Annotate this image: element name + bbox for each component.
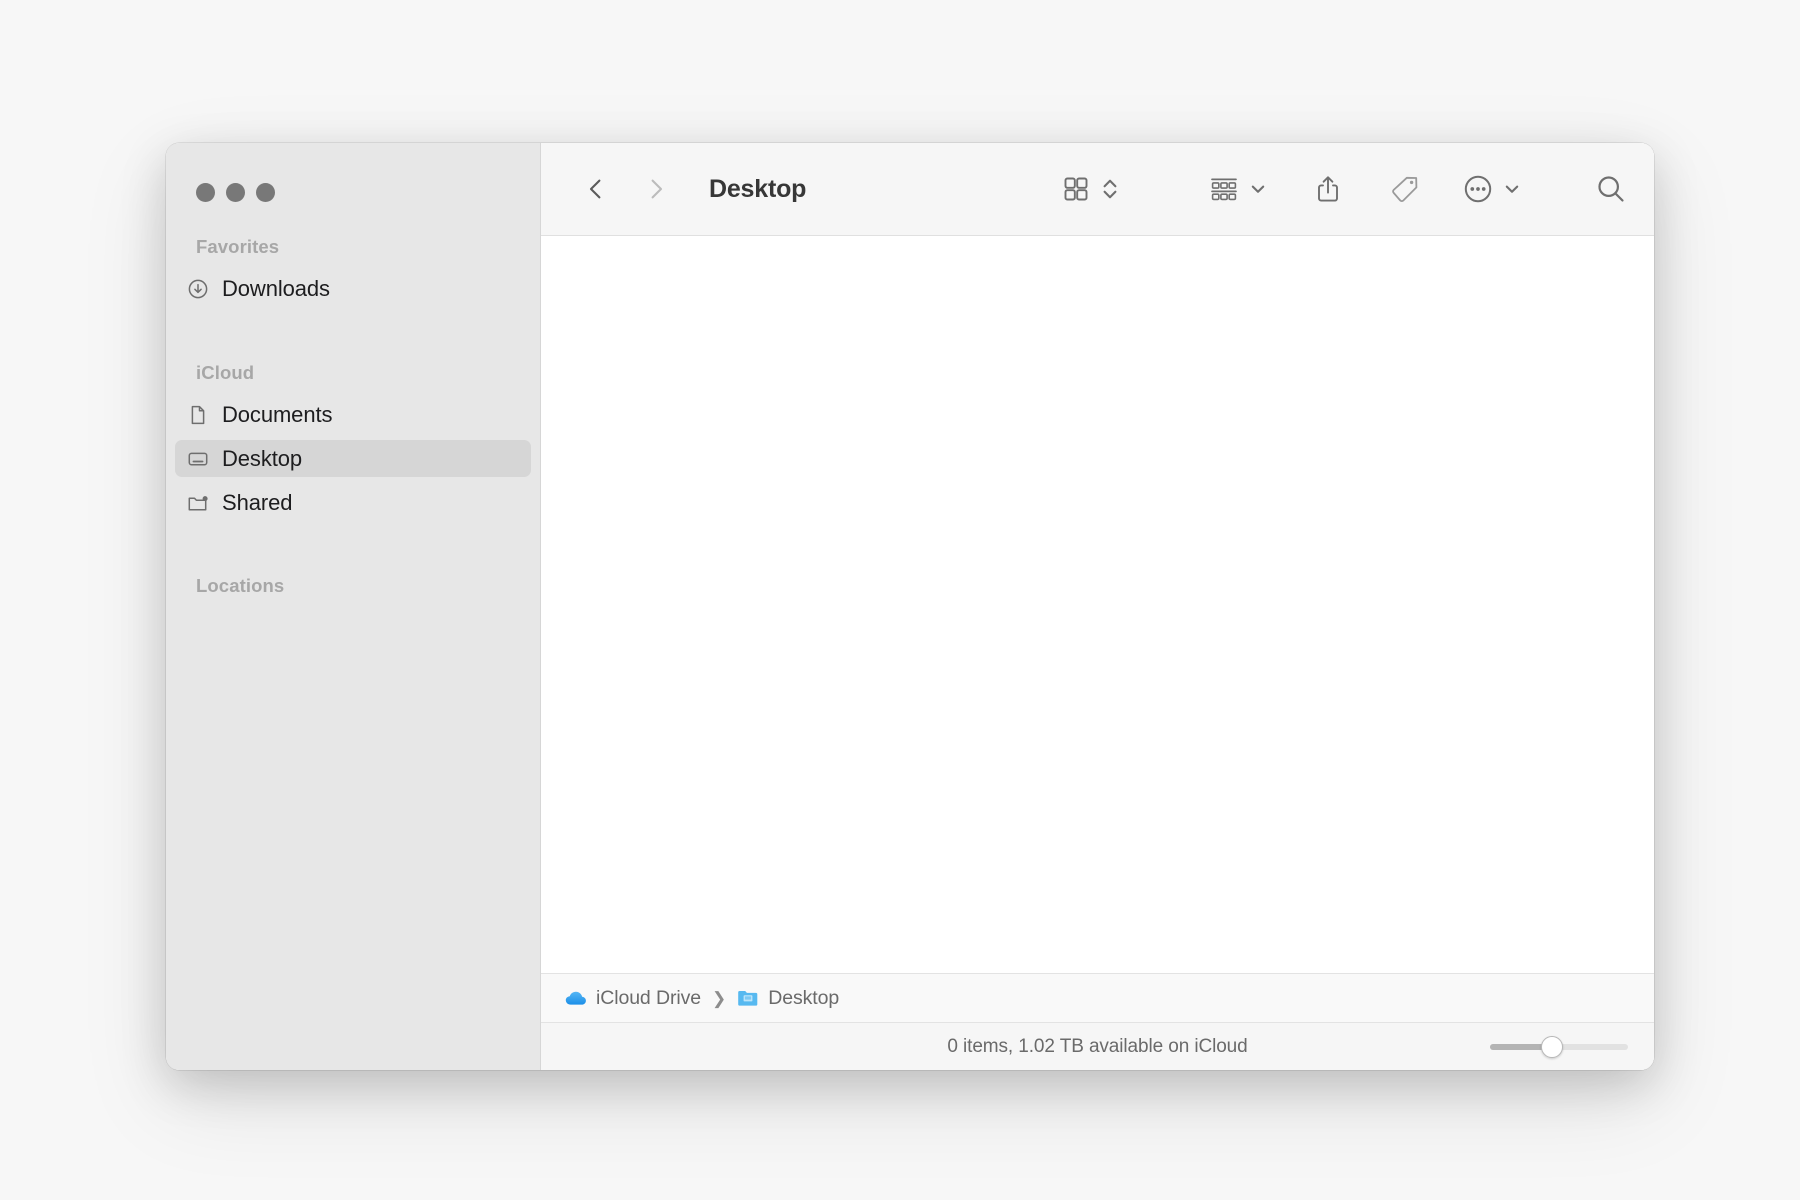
- shared-folder-icon: [186, 491, 210, 515]
- status-bar: 0 items, 1.02 TB available on iCloud: [541, 1022, 1654, 1070]
- sidebar-group-header-favorites: Favorites: [196, 236, 280, 257]
- sidebar-item-label: Desktop: [222, 445, 303, 471]
- view-controls: [1061, 173, 1120, 205]
- breadcrumb: iCloud Drive ❯ Desktop: [541, 973, 1654, 1022]
- cloud-icon: [565, 987, 587, 1009]
- sidebar: Favorites Downloads iCloud Documents Des…: [166, 143, 541, 1070]
- arrange-button[interactable]: [1208, 174, 1240, 204]
- breadcrumb-label: Desktop: [768, 986, 840, 1009]
- sidebar-item-desktop[interactable]: Desktop: [175, 440, 531, 477]
- breadcrumb-item-icloud-drive[interactable]: iCloud Drive: [565, 987, 701, 1010]
- breadcrumb-item-desktop[interactable]: Desktop: [737, 987, 839, 1010]
- forward-button[interactable]: [635, 168, 677, 210]
- sidebar-item-documents[interactable]: Documents: [175, 396, 531, 433]
- download-circle-icon: [186, 277, 210, 301]
- finder-window: Favorites Downloads iCloud Documents Des…: [166, 143, 1654, 1070]
- page-title: Desktop: [709, 174, 807, 203]
- more-chevron-down-icon[interactable]: [1502, 179, 1522, 199]
- breadcrumb-separator: ❯: [712, 988, 727, 1008]
- sidebar-group-header-icloud: iCloud: [196, 362, 255, 383]
- sidebar-item-label: Documents: [222, 401, 333, 427]
- minimize-button[interactable]: [226, 183, 245, 202]
- back-button[interactable]: [575, 168, 617, 210]
- slider-knob[interactable]: [1541, 1035, 1564, 1058]
- traffic-lights: [166, 143, 540, 228]
- blue-folder-icon: [737, 987, 759, 1009]
- file-list-area[interactable]: [541, 236, 1654, 973]
- sidebar-item-label: Shared: [222, 489, 293, 515]
- desktop-icon: [186, 447, 210, 471]
- search-icon[interactable]: [1594, 172, 1628, 206]
- toolbar: Desktop: [541, 143, 1654, 236]
- arrange-chevron-down-icon[interactable]: [1248, 179, 1268, 199]
- tag-button[interactable]: [1388, 172, 1422, 206]
- breadcrumb-label: iCloud Drive: [596, 986, 702, 1009]
- sidebar-scroll-area[interactable]: Favorites Downloads iCloud Documents Des…: [166, 228, 540, 602]
- sidebar-item-downloads[interactable]: Downloads: [175, 270, 531, 307]
- sidebar-item-shared[interactable]: Shared: [175, 484, 531, 521]
- maximize-button[interactable]: [256, 183, 275, 202]
- share-button[interactable]: [1312, 173, 1344, 205]
- zoom-slider[interactable]: [1490, 1035, 1628, 1058]
- sidebar-item-label: Downloads: [222, 275, 330, 301]
- right-pane: Desktop iCloud Drive ❯ Desktop 0 items, …: [541, 143, 1654, 1070]
- more-controls: [1462, 173, 1522, 205]
- view-stepper[interactable]: [1100, 173, 1120, 205]
- arrange-controls: [1208, 174, 1268, 204]
- close-button[interactable]: [196, 183, 215, 202]
- ellipsis-circle-icon[interactable]: [1462, 173, 1494, 205]
- sidebar-group-header-locations: Locations: [196, 575, 285, 596]
- icon-view-button[interactable]: [1061, 174, 1091, 204]
- status-text: 0 items, 1.02 TB available on iCloud: [947, 1035, 1248, 1057]
- document-icon: [186, 403, 210, 427]
